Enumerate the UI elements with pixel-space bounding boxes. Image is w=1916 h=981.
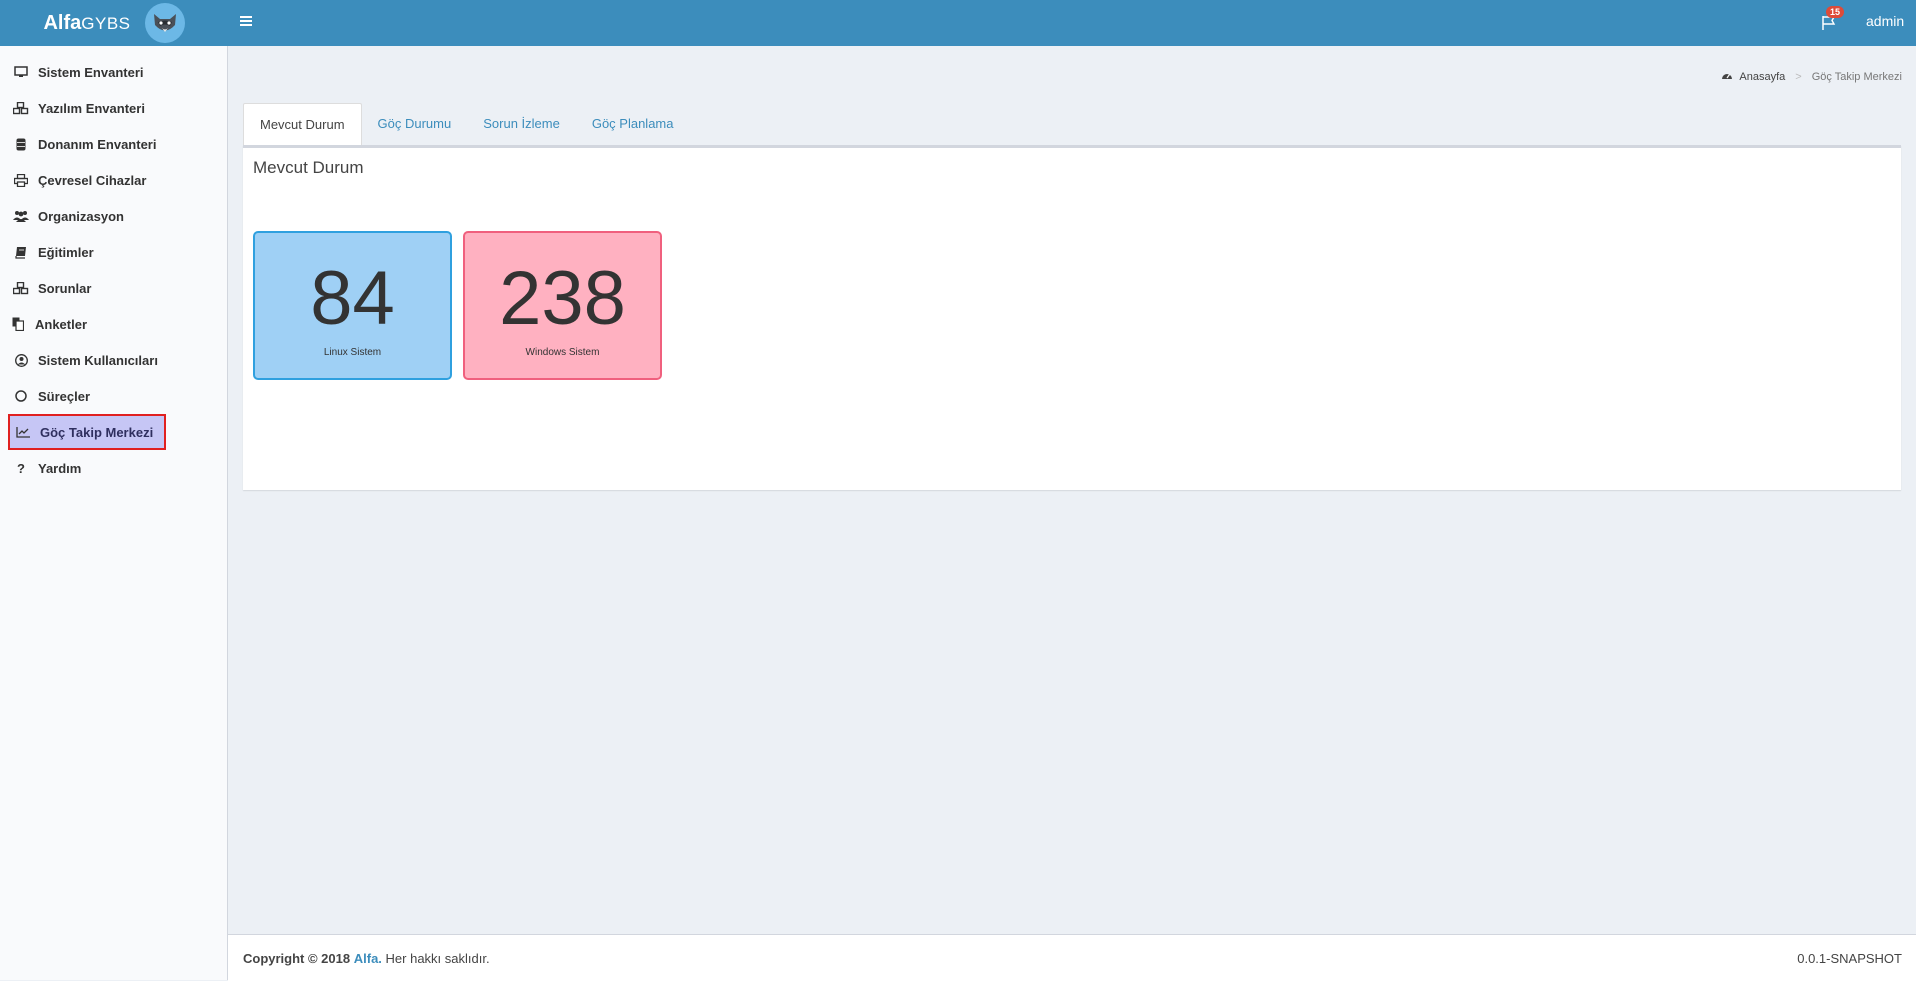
linux-count: 84 [310, 256, 395, 341]
sidebar-item-sistem-kullanicilari[interactable]: Sistem Kullanıcıları [8, 342, 166, 378]
tab-goc-durumu[interactable]: Göç Durumu [362, 103, 468, 144]
sidebar-item-egitimler[interactable]: Eğitimler [8, 234, 166, 270]
footer-copyright: Copyright © 2018 Alfa. Her hakkı saklıdı… [243, 951, 490, 966]
tab-panel: Mevcut Durum 84 Linux Sistem 238 Windows… [243, 145, 1901, 490]
windows-label: Windows Sistem [525, 347, 600, 358]
sidebar-item-organizasyon[interactable]: Organizasyon [8, 198, 166, 234]
panel-title: Mevcut Durum [253, 158, 364, 177]
logo-text: AlfaGYBS [43, 11, 131, 34]
tab-sorun-izleme[interactable]: Sorun İzleme [467, 103, 576, 144]
book-icon [12, 246, 30, 259]
sidebar-item-anketler[interactable]: Anketler [5, 306, 163, 342]
windows-count: 238 [499, 256, 626, 341]
database-icon [12, 138, 30, 151]
linux-label: Linux Sistem [323, 347, 382, 358]
sidebar-item-surecler[interactable]: Süreçler [8, 378, 166, 414]
sidebar-item-sorunlar[interactable]: Sorunlar [8, 270, 166, 306]
users-icon [12, 210, 30, 222]
sidebar: Sistem Envanteri Yazılım Envanteri Donan… [0, 46, 228, 980]
user-menu[interactable]: admin [1866, 13, 1904, 29]
copy-icon [9, 317, 27, 331]
footer: Copyright © 2018 Alfa. Her hakkı saklıdı… [228, 934, 1916, 981]
windows-stat-card[interactable]: 238 Windows Sistem [463, 231, 662, 380]
tab-bar: Mevcut Durum Göç Durumu Sorun İzleme Göç… [243, 103, 689, 145]
line-chart-icon [14, 426, 32, 438]
tab-mevcut-durum[interactable]: Mevcut Durum [243, 103, 362, 145]
circle-icon [12, 390, 30, 402]
sidebar-item-yazilim-envanteri[interactable]: Yazılım Envanteri [8, 90, 166, 126]
footer-brand-link[interactable]: Alfa. [354, 951, 382, 966]
sidebar-item-donanim-envanteri[interactable]: Donanım Envanteri [8, 126, 166, 162]
breadcrumb-home[interactable]: Anasayfa [1739, 71, 1785, 83]
user-circle-icon [12, 353, 30, 367]
question-icon: ? [17, 460, 25, 476]
tab-goc-planlama[interactable]: Göç Planlama [576, 103, 690, 144]
raccoon-logo-icon [144, 3, 185, 43]
notification-badge: 15 [1826, 6, 1845, 18]
top-header: AlfaGYBS 15 admin [0, 0, 1916, 46]
linux-stat-card[interactable]: 84 Linux Sistem [253, 231, 452, 380]
monitor-icon [12, 66, 30, 78]
sidebar-item-yardim[interactable]: ? Yardım [8, 450, 166, 486]
version-label: 0.0.1-SNAPSHOT [1797, 951, 1902, 966]
sidebar-item-goc-takip-merkezi[interactable]: Göç Takip Merkezi [8, 414, 166, 450]
breadcrumb-current: Göç Takip Merkezi [1811, 71, 1902, 83]
breadcrumb-separator: > [1795, 71, 1802, 83]
cubes-icon [12, 281, 30, 295]
cubes-icon [12, 101, 30, 115]
breadcrumb: Anasayfa > Göç Takip Merkezi [1721, 70, 1902, 84]
sidebar-item-cevresel-cihazlar[interactable]: Çevresel Cihazlar [8, 162, 166, 198]
sidebar-item-sistem-envanteri[interactable]: Sistem Envanteri [8, 54, 166, 90]
printer-icon [12, 173, 30, 187]
logo[interactable]: AlfaGYBS [0, 0, 228, 46]
menu-toggle-icon[interactable] [240, 12, 260, 32]
dashboard-icon [1721, 70, 1733, 84]
